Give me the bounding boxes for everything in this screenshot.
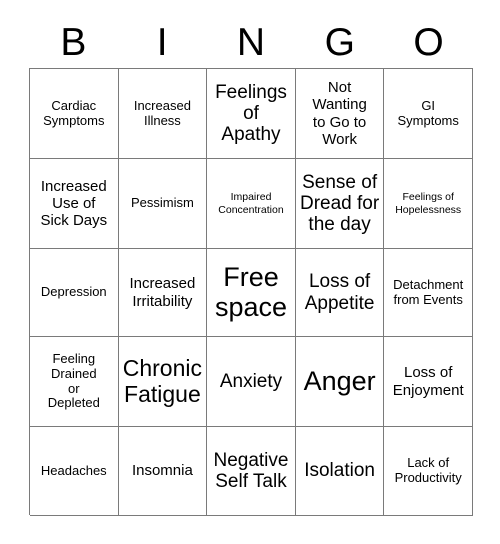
bingo-header-letter-n: N	[236, 21, 266, 64]
bingo-cell-label: GI Symptoms	[397, 97, 459, 128]
bingo-cell-g4[interactable]: Anger	[295, 337, 385, 427]
bingo-cell-o1[interactable]: GI Symptoms	[384, 69, 473, 159]
bingo-cell-label: Headaches	[40, 462, 107, 478]
bingo-cell-o4[interactable]: Loss of Enjoyment	[384, 337, 473, 427]
bingo-cell-g3[interactable]: Loss of Appetite	[295, 249, 385, 337]
bingo-cell-i4[interactable]: Chronic Fatigue	[118, 337, 208, 427]
bingo-cell-o3[interactable]: Detachment from Events	[384, 249, 473, 337]
bingo-cell-n5[interactable]: Negative Self Talk	[207, 427, 296, 516]
bingo-cell-label: Free space	[214, 262, 288, 322]
bingo-cell-n2[interactable]: Impaired Concentration	[207, 159, 296, 249]
bingo-cell-label: Lack of Productivity	[394, 455, 462, 485]
bingo-cell-i5[interactable]: Insomnia	[118, 427, 208, 516]
bingo-cell-label: Feelings of Hopelessness	[395, 191, 462, 216]
bingo-cell-n4[interactable]: Anxiety	[207, 337, 296, 427]
bingo-cell-label: Pessimism	[130, 195, 194, 211]
bingo-cell-label: Increased Illness	[133, 97, 191, 128]
bingo-cell-label: Anxiety	[219, 370, 283, 392]
bingo-cell-b2[interactable]: Increased Use of Sick Days	[30, 159, 119, 249]
bingo-cell-b5[interactable]: Headaches	[30, 427, 119, 516]
bingo-cell-label: Sense of Dread for the day	[299, 171, 380, 236]
bingo-cell-label: Negative Self Talk	[213, 449, 289, 492]
bingo-cell-g5[interactable]: Isolation	[295, 427, 385, 516]
bingo-cell-b4[interactable]: Feeling Drained or Depleted	[30, 337, 119, 427]
bingo-card: B I N G O Cardiac Symptoms Increased Ill…	[0, 0, 500, 544]
bingo-cell-label: Depression	[40, 284, 107, 300]
bingo-cell-g1[interactable]: Not Wanting to Go to Work	[295, 69, 385, 159]
bingo-cell-label: Not Wanting to Go to Work	[312, 79, 367, 148]
bingo-cell-label: Detachment from Events	[393, 276, 464, 307]
bingo-cell-b3[interactable]: Depression	[30, 249, 119, 337]
bingo-cell-label: Feeling Drained or Depleted	[47, 350, 100, 411]
bingo-cell-label: Insomnia	[131, 462, 193, 480]
bingo-cell-label: Chronic Fatigue	[122, 355, 203, 407]
bingo-cell-label: Impaired Concentration	[218, 191, 284, 216]
bingo-header-letter-i: I	[156, 21, 168, 64]
bingo-cell-b1[interactable]: Cardiac Symptoms	[30, 69, 119, 159]
bingo-cell-label: Increased Irritability	[129, 275, 196, 310]
bingo-cell-label: Anger	[303, 365, 376, 396]
bingo-header-letter-b: B	[60, 21, 87, 64]
bingo-cell-i3[interactable]: Increased Irritability	[118, 249, 208, 337]
bingo-grid: Cardiac Symptoms Increased Illness Feeli…	[29, 68, 473, 516]
bingo-cell-label: Isolation	[304, 460, 375, 482]
bingo-cell-label: Cardiac Symptoms	[43, 97, 105, 128]
bingo-cell-g2[interactable]: Sense of Dread for the day	[295, 159, 385, 249]
bingo-header-letter-g: G	[324, 21, 355, 64]
bingo-cell-free-space[interactable]: Free space	[207, 249, 296, 337]
bingo-cell-o5[interactable]: Lack of Productivity	[384, 427, 473, 516]
bingo-cell-o2[interactable]: Feelings of Hopelessness	[384, 159, 473, 249]
bingo-cell-n1[interactable]: Feelings of Apathy	[207, 69, 296, 159]
bingo-header-row: B I N G O	[29, 18, 473, 68]
bingo-cell-i2[interactable]: Pessimism	[118, 159, 208, 249]
bingo-cell-label: Loss of Enjoyment	[392, 364, 464, 399]
bingo-cell-label: Loss of Appetite	[304, 271, 375, 314]
bingo-cell-i1[interactable]: Increased Illness	[118, 69, 208, 159]
bingo-cell-label: Feelings of Apathy	[215, 81, 287, 146]
bingo-header-letter-o: O	[413, 21, 444, 64]
bingo-cell-label: Increased Use of Sick Days	[40, 177, 108, 230]
